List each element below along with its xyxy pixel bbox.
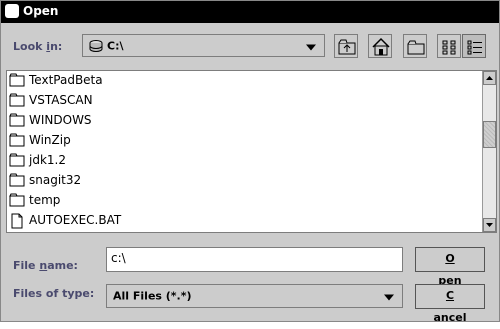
chevron-down-icon xyxy=(384,294,394,301)
open-dialog: Open Look in: C:\ TextPadBeta VSTASCAN W… xyxy=(0,0,500,324)
file-type-label: Files of type: xyxy=(13,287,95,300)
file-list-item[interactable]: WINDOWS xyxy=(7,111,496,131)
file-list-item[interactable]: TextPadBeta xyxy=(7,71,496,91)
look-in-combo[interactable]: C:\ xyxy=(82,34,325,57)
file-list-item[interactable]: WinZip xyxy=(7,131,496,151)
file-list-item[interactable]: VSTASCAN xyxy=(7,91,496,111)
scroll-down-button[interactable] xyxy=(483,218,496,232)
title-bar[interactable]: Open xyxy=(1,1,499,23)
file-list-item[interactable]: snagit32 xyxy=(7,171,496,191)
cancel-button-label: Cancel xyxy=(433,289,467,324)
file-items: TextPadBeta VSTASCAN WINDOWS WinZip jdk1.2 sn… xyxy=(7,71,496,231)
folder-icon xyxy=(9,73,25,87)
look-in-value: C:\ xyxy=(107,39,124,52)
file-list-item-name: WINDOWS xyxy=(29,113,92,127)
file-list-item-name: WinZip xyxy=(29,133,71,147)
folder-icon xyxy=(9,153,25,167)
chevron-down-icon xyxy=(486,223,493,227)
file-type-value: All Files (*.*) xyxy=(113,289,192,303)
folder-icon xyxy=(9,113,25,127)
file-list-item-name: TextPadBeta xyxy=(29,73,103,87)
open-button[interactable]: Open xyxy=(415,247,485,287)
hard-drive-icon xyxy=(89,40,103,52)
scroll-up-button[interactable] xyxy=(483,71,496,85)
new-folder-button[interactable] xyxy=(403,34,427,58)
java-cup-icon xyxy=(5,4,19,18)
file-type-combo[interactable]: All Files (*.*) xyxy=(106,284,403,308)
file-name-field[interactable] xyxy=(106,247,403,272)
details-view-button[interactable] xyxy=(462,34,486,58)
cancel-button[interactable]: Cancel xyxy=(415,284,485,324)
new-folder-icon xyxy=(407,40,425,55)
details-view-icon xyxy=(467,40,482,55)
file-list-item-name: VSTASCAN xyxy=(29,93,93,107)
folder-icon xyxy=(9,193,25,207)
scroll-thumb[interactable] xyxy=(483,121,496,148)
file-name-label: File name: xyxy=(13,259,78,272)
window-title: Open xyxy=(23,4,59,18)
file-list-item[interactable]: AUTOEXEC.BAT xyxy=(7,211,496,231)
chevron-down-icon xyxy=(306,44,316,50)
home-button[interactable] xyxy=(368,34,392,58)
file-list-item-name: AUTOEXEC.BAT xyxy=(29,213,122,227)
look-in-label: Look in: xyxy=(13,40,63,53)
chevron-up-icon xyxy=(486,76,493,80)
folder-icon xyxy=(9,173,25,187)
vertical-scrollbar[interactable] xyxy=(482,71,496,232)
file-list[interactable]: TextPadBeta VSTASCAN WINDOWS WinZip jdk1.2 sn… xyxy=(6,70,497,233)
file-list-item-name: snagit32 xyxy=(29,173,82,187)
file-list-item-name: jdk1.2 xyxy=(29,153,66,167)
home-icon xyxy=(372,37,390,56)
file-name-input[interactable] xyxy=(111,251,391,265)
folder-icon xyxy=(9,93,25,107)
file-list-item[interactable]: jdk1.2 xyxy=(7,151,496,171)
file-icon xyxy=(9,213,25,229)
list-view-button[interactable] xyxy=(437,34,461,58)
folder-icon xyxy=(9,133,25,147)
up-one-level-icon xyxy=(338,39,356,55)
list-view-icon xyxy=(442,40,456,55)
up-one-level-button[interactable] xyxy=(334,34,358,58)
file-list-item[interactable]: temp xyxy=(7,191,496,211)
file-list-item-name: temp xyxy=(29,193,61,207)
